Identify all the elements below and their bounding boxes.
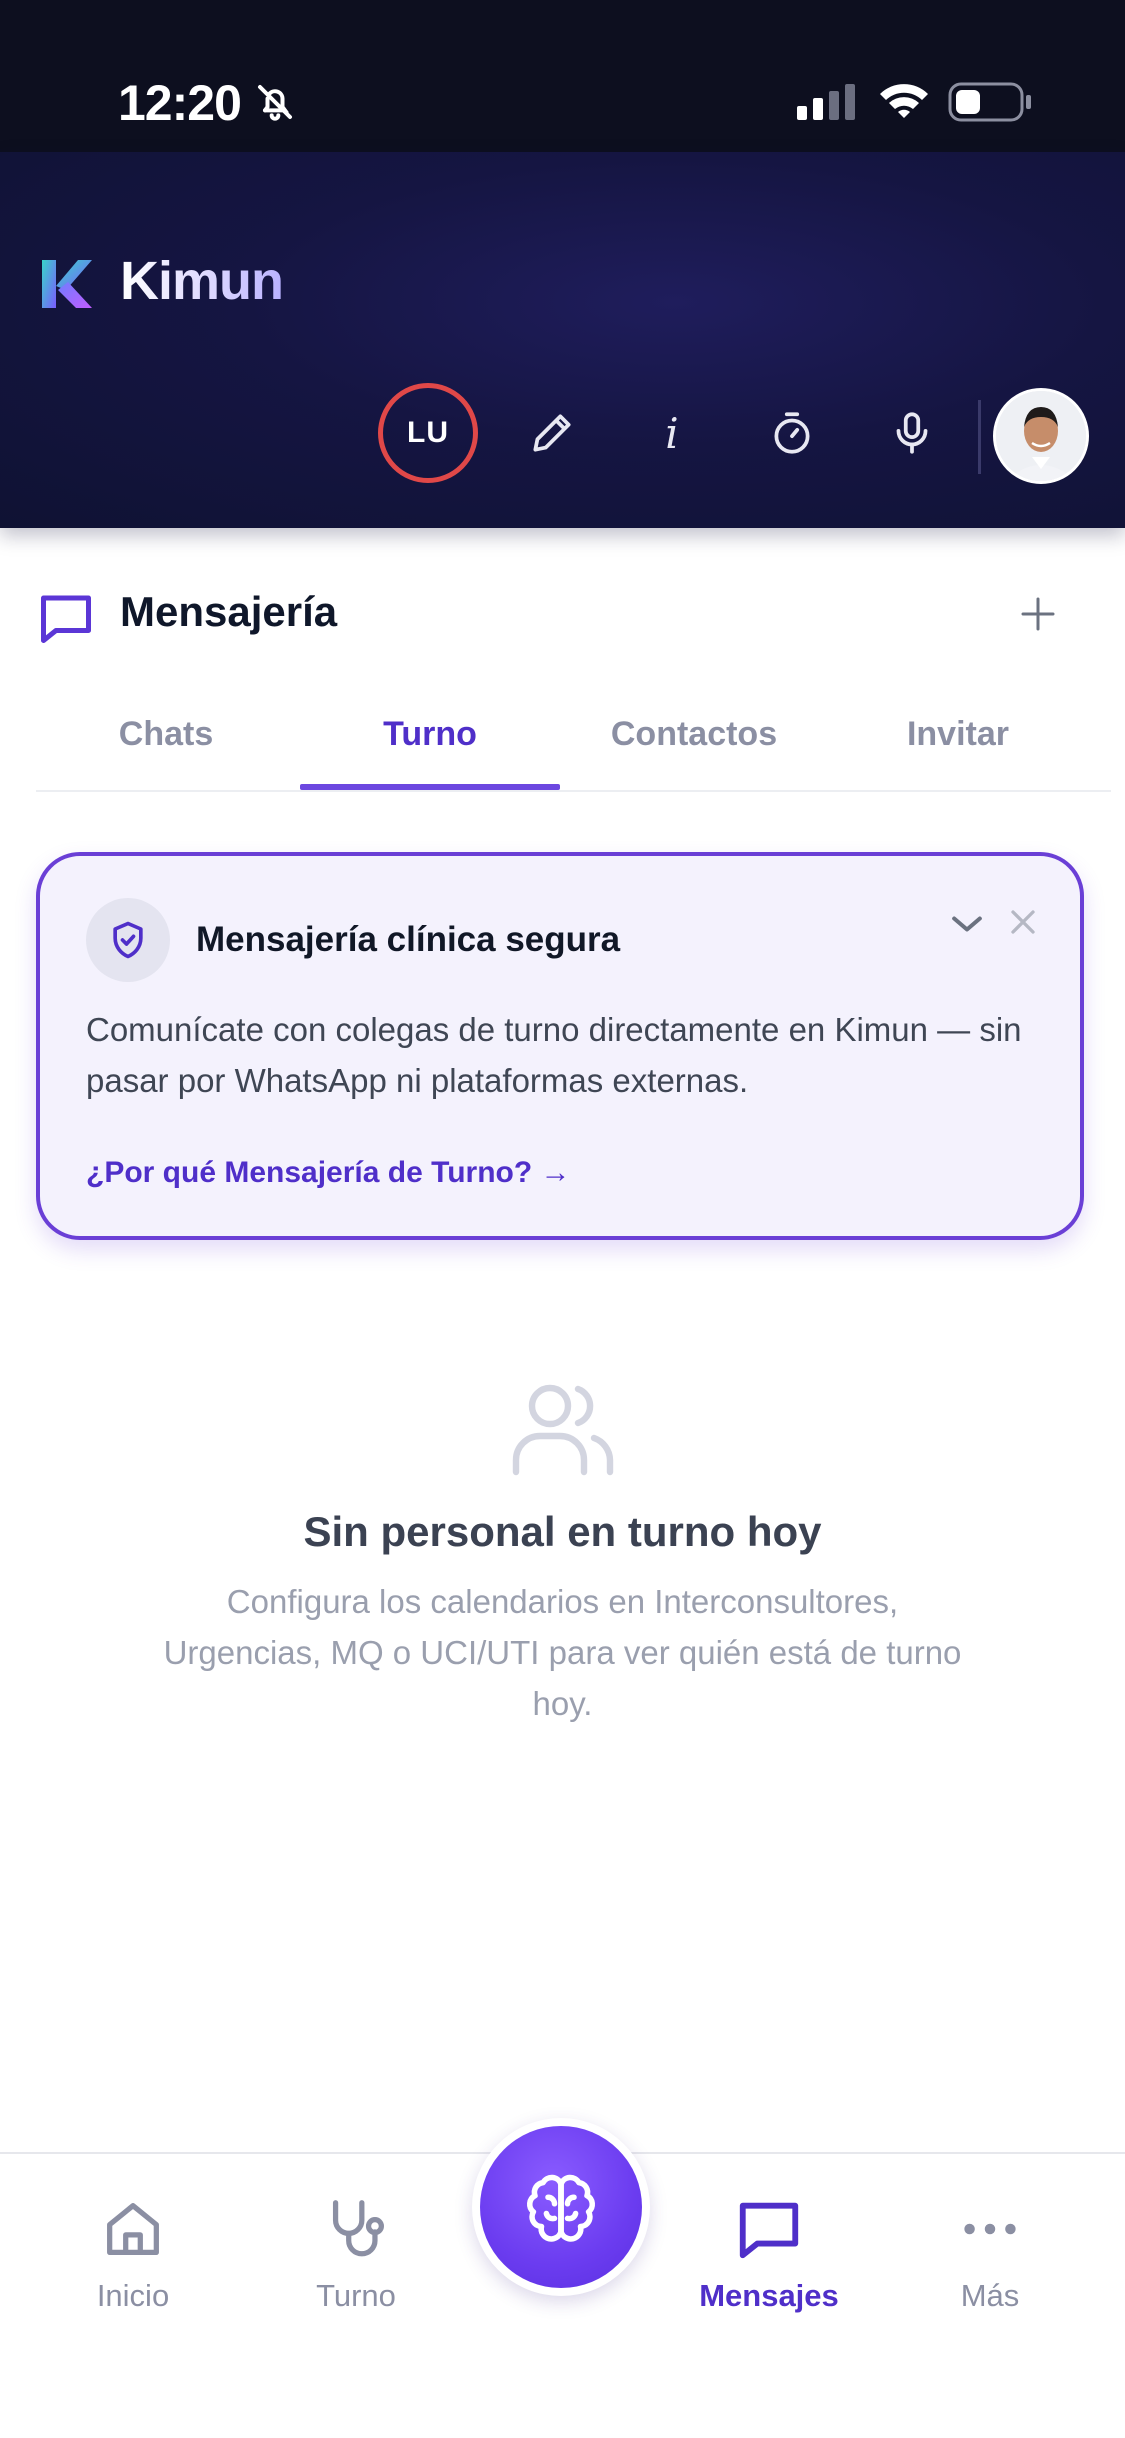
mic-icon[interactable] [882,403,942,463]
tab-bar: Chats Turno Contactos Invitar [36,680,1111,792]
secure-messaging-card: Mensajería clínica segura Comunícate con… [36,852,1084,1240]
signal-icon [797,84,855,120]
app-header [0,152,1125,528]
message-square-icon [41,595,91,643]
status-time: 12:20 [118,75,242,131]
card-body: Comunícate con colegas de turno directam… [86,1011,1022,1099]
add-button[interactable] [1010,586,1066,642]
brain-icon [527,2174,595,2242]
nav-inicio[interactable]: Inicio [48,2194,218,2334]
nav-mensajes[interactable]: Mensajes [684,2194,854,2334]
brand-name: Kimun [120,251,284,311]
nav-mas[interactable]: Más [905,2194,1075,2334]
status-bar: 12:20 [0,0,1125,152]
tab-contactos[interactable]: Contactos [564,680,824,788]
nav-label: Inicio [96,2278,170,2313]
header-divider [978,400,981,474]
card-title: Mensajería clínica segura [196,920,621,959]
chevron-down-icon[interactable] [945,902,989,946]
page-title: Mensajería [120,588,338,635]
tab-chats[interactable]: Chats [36,680,296,788]
section-header: Mensajería [0,540,1125,690]
why-turno-messaging-link[interactable]: ¿Por qué Mensajería de Turno? → [86,1156,571,1190]
shield-check-icon [113,921,143,959]
timer-icon[interactable] [762,403,822,463]
message-icon [739,2202,799,2259]
nav-turno[interactable]: Turno [271,2194,441,2334]
stethoscope-icon [332,2200,384,2257]
avatar[interactable] [993,388,1089,484]
empty-state-title: Sin personal en turno hoy [303,1508,822,1555]
bell-off-icon [258,85,292,121]
user-initials: LU [407,416,449,449]
wifi-icon [880,84,928,118]
user-initials-button[interactable]: LU [378,383,478,483]
nav-label: Turno [316,2278,396,2313]
nav-label: Mensajes [699,2278,839,2313]
kimun-logo-icon [42,260,92,308]
tab-turno[interactable]: Turno [300,680,560,790]
empty-state-description: Configura los calendarios en Interconsul… [163,1583,962,1722]
shield-icon-wrap [86,898,170,982]
battery-icon [948,82,1031,122]
ai-assistant-button[interactable] [472,2118,650,2296]
home-icon [107,2203,159,2255]
info-icon[interactable]: i [642,403,702,463]
users-icon [512,1384,614,1476]
close-icon[interactable] [1003,902,1043,942]
nav-label: Más [960,2278,1020,2313]
tab-invitar[interactable]: Invitar [828,680,1088,788]
pencil-icon[interactable] [522,403,582,463]
fab-inner [480,2126,642,2288]
more-icon [964,2223,1016,2235]
